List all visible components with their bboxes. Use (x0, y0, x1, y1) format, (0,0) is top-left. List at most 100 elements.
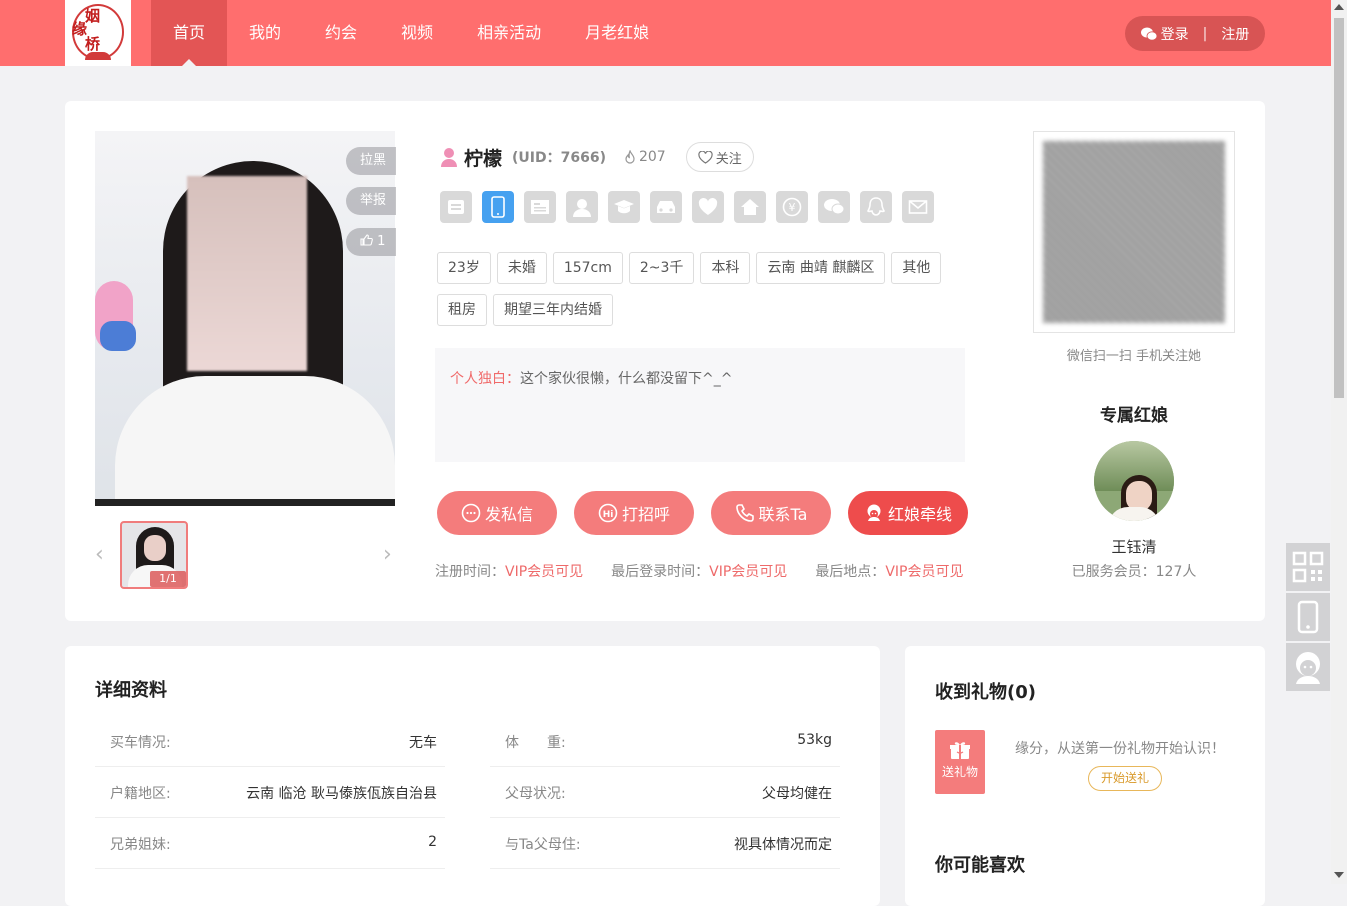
nav-matchmaker[interactable]: 月老红娘 (563, 0, 671, 66)
detail-row: 户籍地区: 云南 临沧 耿马傣族佤族自治县 (95, 767, 445, 818)
logo-char-1: 姻 (85, 7, 101, 25)
wechat-icon[interactable] (818, 191, 850, 223)
customer-service-float-button[interactable] (1286, 643, 1330, 691)
detail-value: 2 (428, 834, 437, 850)
education-cert-icon[interactable] (524, 191, 556, 223)
mobile-float-button[interactable] (1286, 593, 1330, 641)
start-gift-button[interactable]: 开始送礼 (1088, 766, 1163, 791)
detail-key: 买车情况: (110, 735, 171, 751)
chevron-left-icon[interactable]: ‹ (95, 544, 107, 566)
matchmaker-label: 红娘牵线 (887, 505, 952, 524)
main-nav: 首页 我的 约会 视频 相亲活动 月老红娘 (151, 0, 671, 66)
send-message-label: 发私信 (484, 505, 533, 524)
auth-separator: | (1202, 25, 1208, 42)
register-link[interactable]: 注册 (1221, 24, 1249, 44)
photo-thumbnail[interactable]: 1/1 (120, 521, 188, 589)
you-may-like-title: 你可能喜欢 (935, 855, 1025, 876)
gift-tip: 缘分，从送第一份礼物开始认识！ (1015, 741, 1225, 757)
last-location: 最后地点：VIP会员可见 (815, 561, 963, 581)
send-message-button[interactable]: 发私信 (437, 491, 557, 535)
income-icon[interactable]: ¥ (776, 191, 808, 223)
photo-toy-decor-2 (100, 321, 136, 351)
register-time-key: 注册时间： (435, 564, 505, 580)
qr-code-float-button[interactable] (1286, 543, 1330, 591)
qr-code-icon (1292, 551, 1324, 583)
service-avatar-icon (1296, 652, 1320, 684)
qq-icon[interactable] (860, 191, 892, 223)
detail-row: 买车情况: 无车 (95, 716, 445, 767)
matchmaker-button[interactable]: 红娘牵线 (848, 491, 968, 535)
detail-key: 体 重: (505, 735, 566, 751)
monologue-label: 个人独白： (450, 371, 520, 387)
car-icon[interactable] (650, 191, 682, 223)
matchmaker-section-title: 专属红娘 (1100, 406, 1168, 426)
detail-value: 无车 (409, 735, 437, 751)
side-float-toolbar (1286, 543, 1330, 693)
scroll-up-arrow-icon[interactable] (1334, 4, 1344, 10)
mobile-icon[interactable] (482, 191, 514, 223)
last-location-vip[interactable]: VIP会员可见 (885, 564, 963, 580)
marriage-icon[interactable] (692, 191, 724, 223)
send-gift-button[interactable]: 送礼物 (935, 730, 985, 794)
mobile-phone-icon (1297, 600, 1319, 634)
detail-row: 体 重: 53kg (490, 716, 840, 767)
nav-video[interactable]: 视频 (379, 0, 455, 66)
house-icon[interactable] (734, 191, 766, 223)
contact-button[interactable]: 联系Ta (711, 491, 831, 535)
last-login-vip[interactable]: VIP会员可见 (709, 564, 787, 580)
detail-row: 与Ta父母住: 视具体情况而定 (490, 818, 840, 869)
follow-button[interactable]: 关注 (685, 142, 754, 172)
hi-icon: Hi (598, 503, 618, 523)
chevron-right-icon[interactable]: › (383, 544, 395, 566)
qr-tip: 微信扫一扫 手机关注她 (1066, 349, 1202, 364)
idcard-icon[interactable] (440, 191, 472, 223)
photo-counter: 1/1 (150, 571, 186, 587)
register-time-vip[interactable]: VIP会员可见 (505, 564, 583, 580)
say-hi-button[interactable]: Hi 打招呼 (574, 491, 694, 535)
nickname: 柠檬 (464, 147, 503, 170)
member-meta: 注册时间：VIP会员可见 最后登录时间：VIP会员可见 最后地点：VIP会员可见 (435, 561, 991, 581)
top-navbar: 姻 缘 桥 首页 我的 约会 视频 相亲活动 月老红娘 登录 | 注册 (0, 0, 1331, 66)
action-buttons: 发私信 Hi 打招呼 联系Ta 红娘牵线 (437, 491, 985, 535)
matchmaker-avatar[interactable] (1094, 441, 1174, 521)
photo-like-button[interactable]: 1 (346, 228, 396, 256)
avatar-icon[interactable] (566, 191, 598, 223)
logo-char-3: 桥 (85, 35, 101, 53)
page-scrollbar[interactable] (1331, 0, 1347, 884)
main-photo[interactable] (95, 131, 395, 506)
qr-code-image (1043, 141, 1225, 323)
report-button[interactable]: 举报 (346, 187, 396, 215)
block-button[interactable]: 拉黑 (346, 147, 396, 175)
matchmaker-served-count: 已服务会员：127人 (1071, 564, 1197, 580)
say-hi-label: 打招呼 (621, 505, 670, 524)
svg-text:Hi: Hi (603, 510, 614, 520)
last-login-key: 最后登录时间： (611, 564, 710, 580)
detail-key: 父母状况: (505, 786, 566, 802)
nav-events[interactable]: 相亲活动 (455, 0, 563, 66)
tag-education: 本科 (700, 252, 751, 284)
login-link[interactable]: 登录 (1161, 24, 1189, 44)
nav-home[interactable]: 首页 (151, 0, 228, 66)
verification-icons: ¥ (440, 191, 944, 223)
wechat-qr-code (1033, 131, 1235, 333)
detail-value: 父母均健在 (762, 786, 832, 802)
matchmaker-icon (867, 504, 881, 521)
monologue-text: 这个家伙很懒，什么都没留下^_^ (520, 371, 733, 387)
scroll-down-arrow-icon[interactable] (1334, 872, 1344, 878)
flame-icon (625, 150, 635, 164)
photo-face-blurred (187, 176, 307, 371)
detail-value: 云南 临沧 耿马傣族佤族自治县 (246, 786, 437, 802)
tag-marriage-plan: 期望三年内结婚 (493, 294, 613, 326)
detail-row: 父母状况: 父母均健在 (490, 767, 840, 818)
nav-dating[interactable]: 约会 (303, 0, 379, 66)
detail-key: 户籍地区: (110, 786, 171, 802)
degree-icon[interactable] (608, 191, 640, 223)
email-icon[interactable] (902, 191, 934, 223)
popularity-value: 207 (638, 149, 666, 165)
nav-mine[interactable]: 我的 (227, 0, 303, 66)
user-uid: (UID：7666) (512, 150, 606, 166)
logo-sun-icon (85, 52, 111, 60)
heart-outline-icon (698, 150, 713, 164)
site-logo[interactable]: 姻 缘 桥 (65, 0, 131, 66)
scrollbar-thumb[interactable] (1334, 18, 1344, 398)
